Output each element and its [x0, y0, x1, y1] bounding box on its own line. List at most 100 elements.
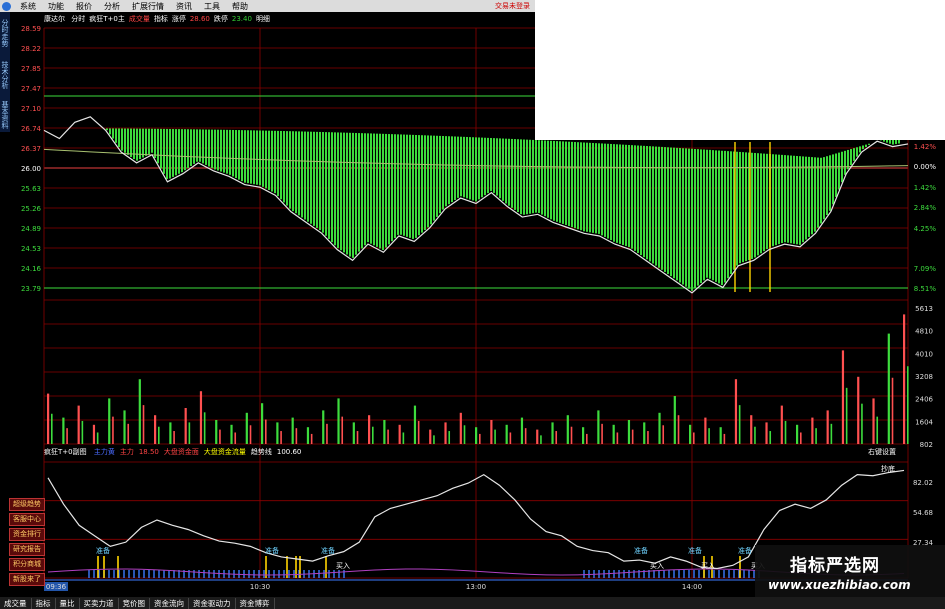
indicator-name[interactable]: 疯狂T+0副图 — [44, 448, 87, 456]
volume-bar — [582, 427, 585, 444]
chart-header-item: 跌停 — [213, 15, 228, 23]
volume-bar — [505, 424, 508, 444]
volume-bar — [784, 420, 787, 444]
volume-bar — [81, 420, 84, 444]
tab-fundamental[interactable]: 基本资料 — [0, 98, 10, 132]
volume-bar — [857, 376, 860, 444]
side-button-fund-rank[interactable]: 资金排行 — [9, 528, 45, 541]
volume-tick-label: 4010 — [915, 350, 933, 358]
price-tick-label: 28.22 — [21, 45, 41, 53]
volume-bar — [142, 405, 145, 444]
tab-fund-drive[interactable]: 资金驱动力 — [189, 597, 236, 609]
volume-bar — [479, 433, 481, 444]
tab-volume[interactable]: 成交量 — [0, 597, 32, 609]
volume-bar — [494, 429, 496, 444]
volume-bar — [903, 314, 906, 444]
bottom-tab-bar: 成交量 指标 量比 买卖力道 竞价图 资金流向 资金驱动力 资金博弈 — [0, 597, 945, 609]
volume-bar — [509, 432, 512, 444]
volume-bar — [306, 427, 310, 444]
price-tick-label: 24.53 — [21, 245, 41, 253]
volume-bar — [123, 410, 126, 444]
menu-item-extended-market[interactable]: 扩展行情 — [126, 1, 170, 12]
time-tick-label: 13:00 — [466, 583, 486, 591]
tab-intraday[interactable]: 分时走势 — [0, 14, 10, 52]
volume-bar — [780, 405, 783, 444]
volume-bar — [907, 366, 909, 444]
volume-bar — [631, 429, 634, 444]
side-button-new-stocks[interactable]: 新股来了 — [9, 573, 45, 586]
watermark-url: www.xuezhibiao.com — [768, 578, 911, 592]
volume-bar — [815, 428, 817, 444]
volume-bar — [693, 432, 695, 444]
stock-name[interactable]: 康达尔 — [44, 15, 65, 23]
tab-fund-flow[interactable]: 资金流向 — [150, 597, 189, 609]
volume-tick-label: 5613 — [915, 305, 933, 313]
tab-technical[interactable]: 技术分析 — [0, 56, 10, 94]
app-logo-icon — [2, 1, 11, 11]
volume-tick-label: 2406 — [915, 396, 933, 404]
menu-item-quote[interactable]: 报价 — [70, 1, 98, 12]
side-button-points-mall[interactable]: 积分商城 — [9, 558, 45, 571]
volume-bar — [677, 415, 680, 444]
volume-bar — [830, 423, 833, 444]
volume-bar — [738, 405, 741, 444]
trade-status[interactable]: 交易未登录 — [495, 0, 535, 12]
percent-tick-label: 1.42% — [914, 143, 937, 151]
volume-bar — [184, 408, 187, 444]
volume-bar — [215, 420, 218, 444]
volume-bar — [261, 403, 264, 444]
chart-header-item: 23.40 — [231, 15, 252, 23]
indicator-settings-hint[interactable]: 右键设置 — [868, 447, 896, 457]
volume-bar — [234, 432, 237, 444]
volume-bar — [612, 424, 615, 444]
tab-volume-ratio[interactable]: 量比 — [56, 597, 80, 609]
side-button-research[interactable]: 研究报告 — [9, 543, 45, 556]
volume-bar — [112, 416, 114, 444]
tab-buy-sell-power[interactable]: 买卖力道 — [80, 597, 119, 609]
indicator-item: 主力 — [119, 448, 134, 456]
volume-bar — [444, 422, 447, 444]
time-tick-label: 09:36 — [46, 583, 67, 591]
volume-bar — [96, 432, 99, 444]
tab-auction[interactable]: 竞价图 — [119, 597, 150, 609]
volume-bar — [490, 420, 493, 444]
menu-item-help[interactable]: 帮助 — [226, 1, 254, 12]
volume-bar — [845, 387, 848, 444]
menu-item-tools[interactable]: 工具 — [198, 1, 226, 12]
volume-bar — [723, 433, 726, 444]
volume-bar — [295, 428, 298, 444]
volume-bar — [245, 412, 248, 444]
volume-bar — [280, 431, 282, 444]
volume-bar — [570, 426, 573, 444]
volume-bar — [413, 405, 417, 444]
volume-bar — [199, 391, 203, 444]
volume-bar — [616, 432, 619, 444]
menu-item-function[interactable]: 功能 — [42, 1, 70, 12]
volume-bar — [704, 417, 707, 444]
price-tick-label: 25.26 — [21, 205, 42, 213]
volume-bar — [811, 417, 814, 444]
volume-bar — [689, 424, 692, 444]
tab-fund-game[interactable]: 资金博弈 — [236, 597, 275, 609]
volume-bar — [719, 427, 722, 444]
chart-header-item: 明细 — [255, 15, 270, 23]
watermark-title: 指标严选网 — [790, 556, 880, 576]
tab-indicator[interactable]: 指标 — [32, 597, 56, 609]
menu-item-news[interactable]: 资讯 — [170, 1, 198, 12]
volume-bar — [310, 433, 313, 444]
volume-bar — [158, 426, 160, 444]
indicator-item: 18.50 — [138, 448, 159, 456]
volume-bar — [203, 412, 206, 444]
chart-header-item: 疯狂T+0主 — [89, 15, 125, 23]
volume-bar — [383, 420, 386, 444]
volume-bar — [276, 422, 279, 444]
volume-bar — [566, 415, 569, 444]
side-button-service[interactable]: 客服中心 — [9, 513, 45, 526]
menu-item-analysis[interactable]: 分析 — [98, 1, 126, 12]
volume-bar — [524, 428, 527, 444]
chart-header-items: 分时 疯狂T+0主 成交量 指标 涨停 28.60 跌停 23.40 明细 — [67, 15, 270, 23]
menu-item-system[interactable]: 系统 — [14, 1, 42, 12]
indicator-item: 主力黄 — [93, 448, 115, 456]
side-button-super-trend[interactable]: 超级趋势 — [9, 498, 45, 511]
price-tick-label: 26.00 — [21, 165, 41, 173]
